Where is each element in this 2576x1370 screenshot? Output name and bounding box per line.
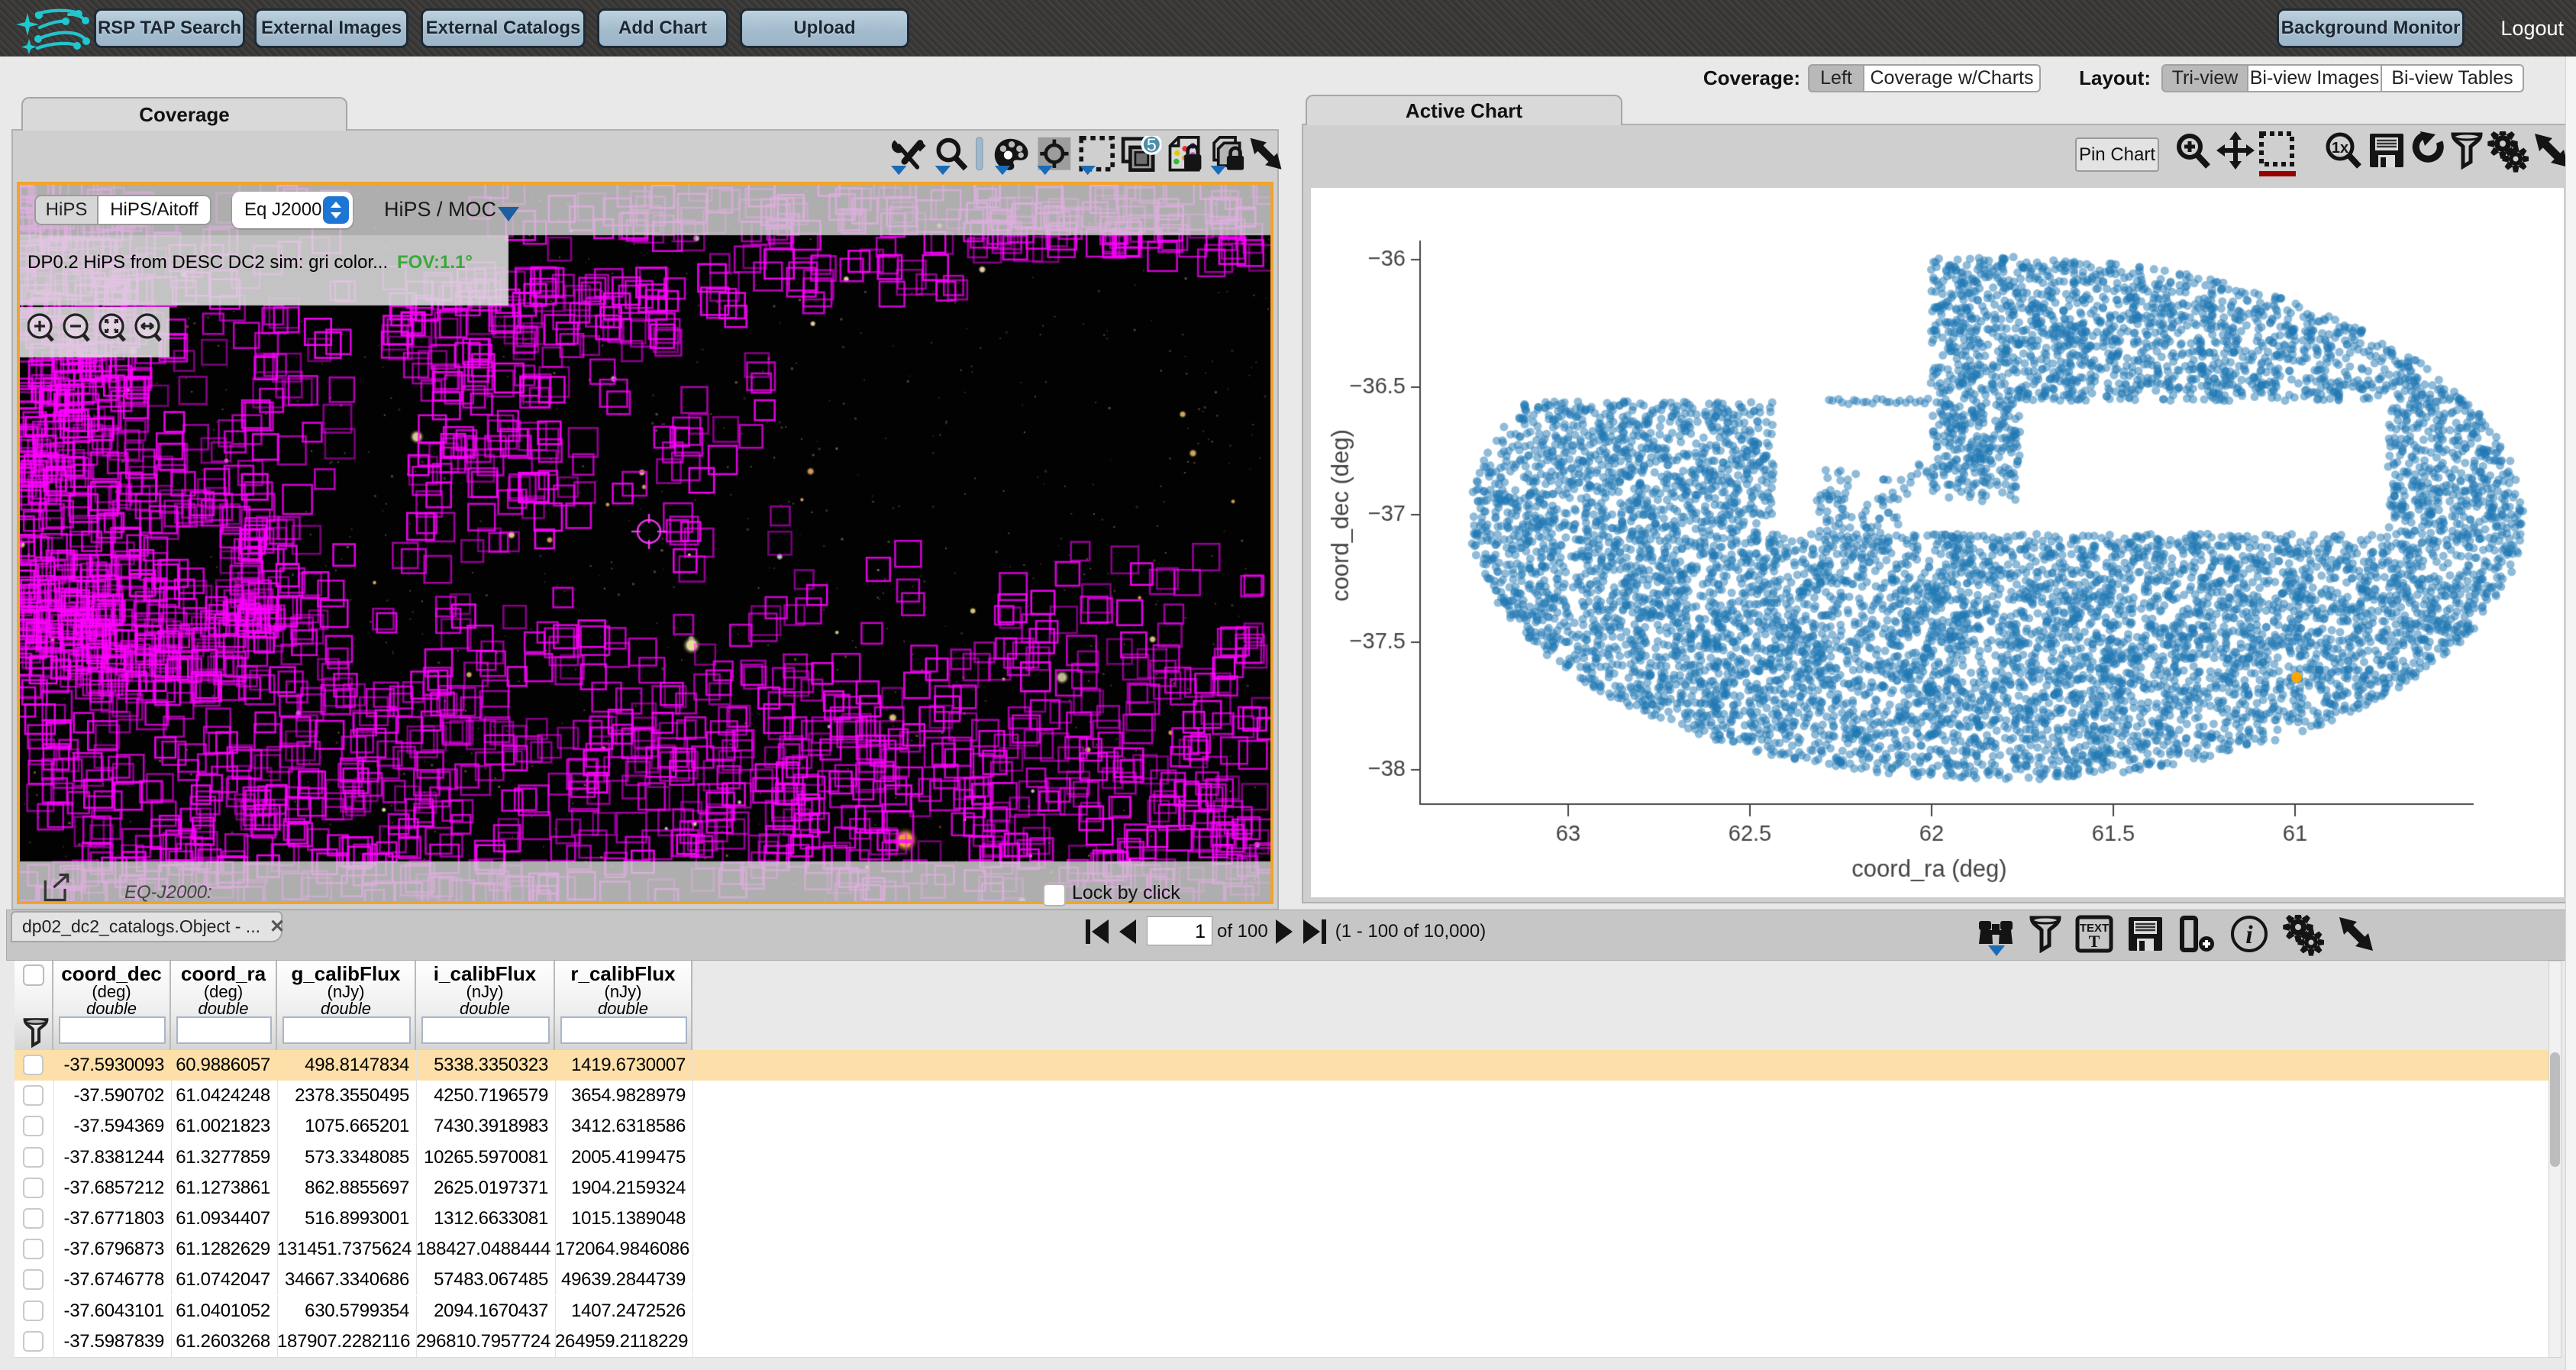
svg-text:i: i <box>2245 921 2253 949</box>
svg-text:T: T <box>2089 932 2100 951</box>
svg-text:1x: 1x <box>2332 140 2348 157</box>
svg-text:5: 5 <box>1147 136 1157 155</box>
